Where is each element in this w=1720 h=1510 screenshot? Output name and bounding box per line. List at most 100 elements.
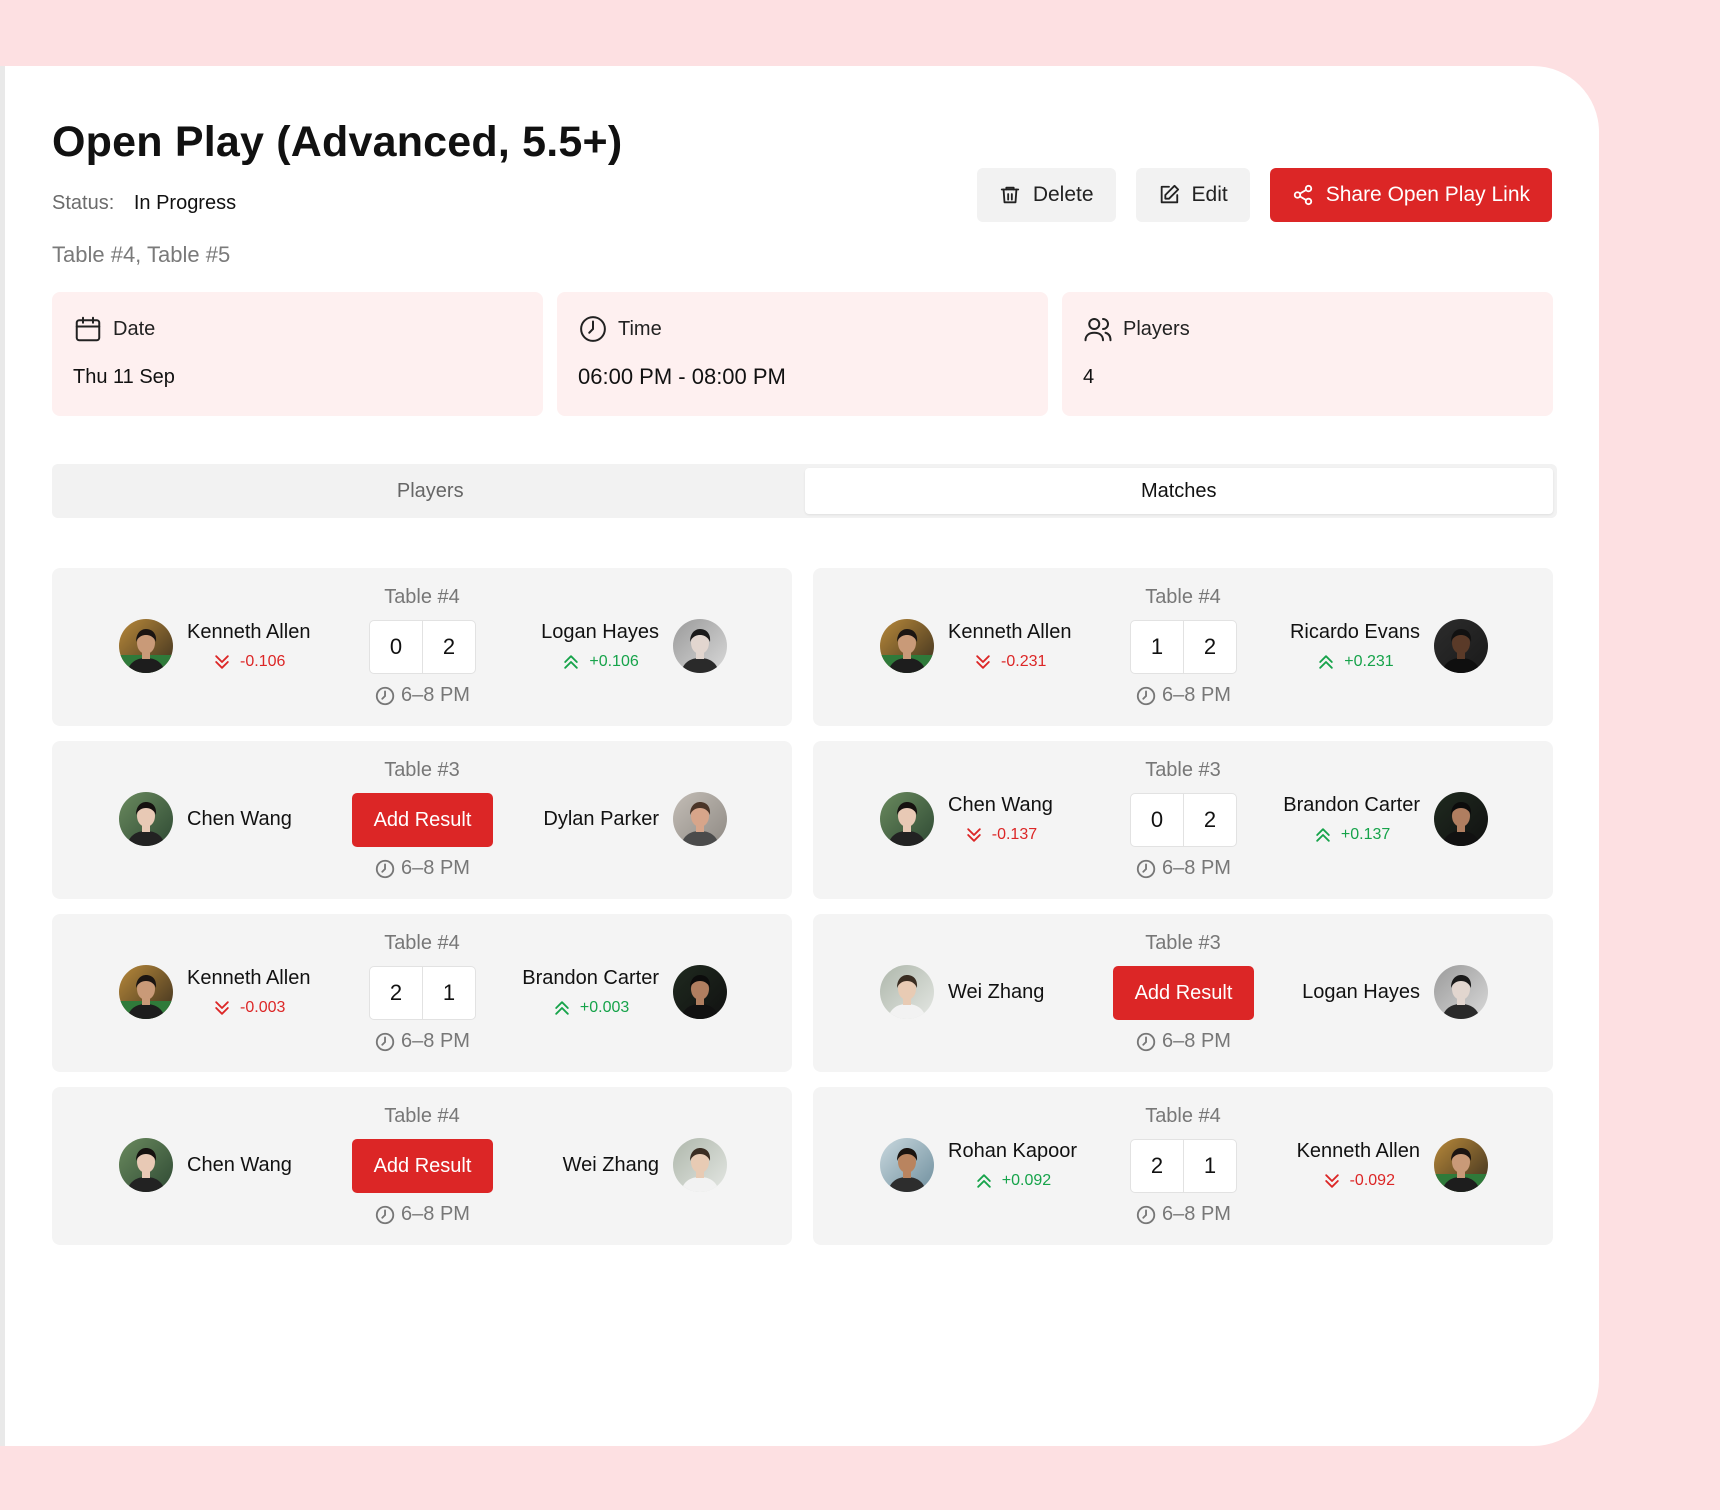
player-name: Brandon Carter (522, 966, 659, 989)
player-info: Kenneth Allen -0.106 (187, 621, 310, 672)
rating-change-value: +0.092 (1001, 1171, 1052, 1189)
score-right: 2 (442, 634, 456, 659)
rating-change: +0.137 (1313, 825, 1390, 845)
share-icon (1293, 184, 1312, 206)
time-label: Time (618, 317, 662, 340)
player-name: Dylan Parker (543, 807, 659, 830)
match-time: 6–8 PM (374, 857, 470, 880)
double-chevron-down-icon (212, 998, 232, 1018)
player-right: Wei Zhang (563, 1138, 727, 1192)
player-name: Logan Hayes (1302, 980, 1420, 1003)
delete-label: Delete (1032, 183, 1094, 206)
score-right: 2 (1203, 634, 1217, 659)
match-time-value: 6–8 PM (1162, 857, 1231, 879)
status-value: In Progress (133, 192, 237, 214)
match-time-value: 6–8 PM (401, 1203, 470, 1225)
rating-change-value: +0.231 (1344, 652, 1394, 670)
match-card[interactable]: Table #4 Kenneth Allen -0.106 Logan Hayes… (52, 568, 792, 726)
match-table: Table #3 (1145, 932, 1221, 954)
double-chevron-up-icon (1316, 652, 1336, 672)
score-right: 2 (1203, 807, 1217, 832)
match-time: 6–8 PM (1135, 1203, 1231, 1226)
players-count: 4 (1083, 366, 1095, 388)
match-table: Table #4 (384, 1105, 460, 1127)
match-card[interactable]: Table #4 Kenneth Allen -0.231 Ricardo Eva… (813, 568, 1553, 726)
add-result-button[interactable]: Add Result (1113, 966, 1254, 1020)
time-card: Time 06:00 PM - 08:00 PM (557, 292, 1048, 416)
match-card[interactable]: Table #3 Chen Wang -0.137 Brandon Carter +… (813, 741, 1553, 899)
player-info: Kenneth Allen -0.092 (1297, 1140, 1420, 1191)
avatar (880, 965, 934, 1019)
avatar (880, 619, 934, 673)
date-value: Thu 11 Sep (73, 366, 175, 388)
match-card[interactable]: Table #4 Chen Wang Wei Zhang Add Result 6–… (52, 1087, 792, 1245)
double-chevron-up-icon (561, 652, 581, 672)
player-name: Wei Zhang (948, 980, 1045, 1003)
tab-players[interactable]: Players (56, 468, 805, 514)
player-info: Chen Wang (187, 1154, 292, 1177)
match-card[interactable]: Table #4 Kenneth Allen -0.003 Brandon Car… (52, 914, 792, 1072)
match-time: 6–8 PM (1135, 684, 1231, 707)
player-name: Brandon Carter (1283, 793, 1420, 816)
view-tabs: Players Matches (52, 464, 1557, 518)
score-left: 0 (370, 621, 423, 673)
main-panel: Open Play (Advanced, 5.5+) Status: In Pr… (0, 66, 1599, 1446)
player-info: Kenneth Allen -0.003 (187, 967, 310, 1018)
tables-list: Table #4, Table #5 (52, 242, 231, 267)
share-label: Share Open Play Link (1325, 183, 1530, 206)
match-time-value: 6–8 PM (401, 1030, 470, 1052)
edit-icon (1160, 184, 1179, 204)
rating-change: +0.106 (561, 652, 639, 672)
avatar (1434, 792, 1488, 846)
avatar (673, 1138, 727, 1192)
player-info: Chen Wang (187, 808, 292, 831)
player-name: Ricardo Evans (1289, 620, 1420, 643)
clock-icon (374, 858, 396, 880)
player-name: Chen Wang (187, 1153, 292, 1176)
match-card[interactable]: Table #4 Rohan Kapoor +0.092 Kenneth Alle… (813, 1087, 1553, 1245)
score-right: 1 (442, 980, 456, 1005)
player-name: Chen Wang (948, 793, 1053, 816)
match-time-value: 6–8 PM (401, 857, 470, 879)
clock-icon (580, 316, 606, 342)
player-left: Chen Wang -0.137 (880, 792, 1053, 846)
users-icon (1084, 318, 1112, 342)
match-time-value: 6–8 PM (1162, 1030, 1231, 1052)
player-right: Ricardo Evans +0.231 (1290, 619, 1488, 673)
share-link-button[interactable]: Share Open Play Link (1269, 168, 1552, 222)
add-result-button[interactable]: Add Result (352, 793, 493, 847)
add-result-button[interactable]: Add Result (352, 1139, 493, 1193)
rating-change-value: -0.231 (1001, 652, 1047, 670)
match-table: Table #4 (1145, 586, 1221, 608)
match-card[interactable]: Table #3 Wei Zhang Logan Hayes Add Result… (813, 914, 1553, 1072)
delete-button[interactable]: Delete (976, 168, 1116, 222)
avatar (119, 965, 173, 1019)
player-info: Dylan Parker (543, 808, 659, 831)
double-chevron-down-icon (212, 652, 232, 672)
match-time: 6–8 PM (374, 684, 470, 707)
clock-icon (1135, 858, 1157, 880)
player-left: Kenneth Allen -0.231 (880, 619, 1071, 673)
player-info: Kenneth Allen -0.231 (948, 621, 1071, 672)
edit-button[interactable]: Edit (1135, 168, 1250, 222)
rating-change-value: -0.137 (991, 825, 1038, 843)
player-info: Brandon Carter +0.137 (1283, 794, 1420, 845)
player-name: Kenneth Allen (948, 620, 1072, 643)
player-left: Chen Wang (119, 1138, 292, 1192)
rating-change: -0.092 (1322, 1171, 1395, 1191)
rating-change: -0.003 (212, 998, 285, 1018)
page-title: Open Play (Advanced, 5.5+) (52, 118, 623, 166)
match-card[interactable]: Table #3 Chen Wang Dylan Parker Add Resul… (52, 741, 792, 899)
player-name: Kenneth Allen (187, 620, 311, 643)
match-time: 6–8 PM (374, 1030, 470, 1053)
clock-icon (374, 1031, 396, 1053)
tab-matches[interactable]: Matches (804, 468, 1553, 514)
avatar (673, 619, 727, 673)
match-table: Table #3 (384, 759, 460, 781)
player-info: Rohan Kapoor +0.092 (948, 1140, 1077, 1191)
match-table: Table #4 (384, 932, 460, 954)
double-chevron-down-icon (964, 825, 984, 845)
score-box: 02 (1130, 793, 1237, 847)
edit-label: Edit (1191, 183, 1228, 206)
double-chevron-up-icon (552, 998, 572, 1018)
